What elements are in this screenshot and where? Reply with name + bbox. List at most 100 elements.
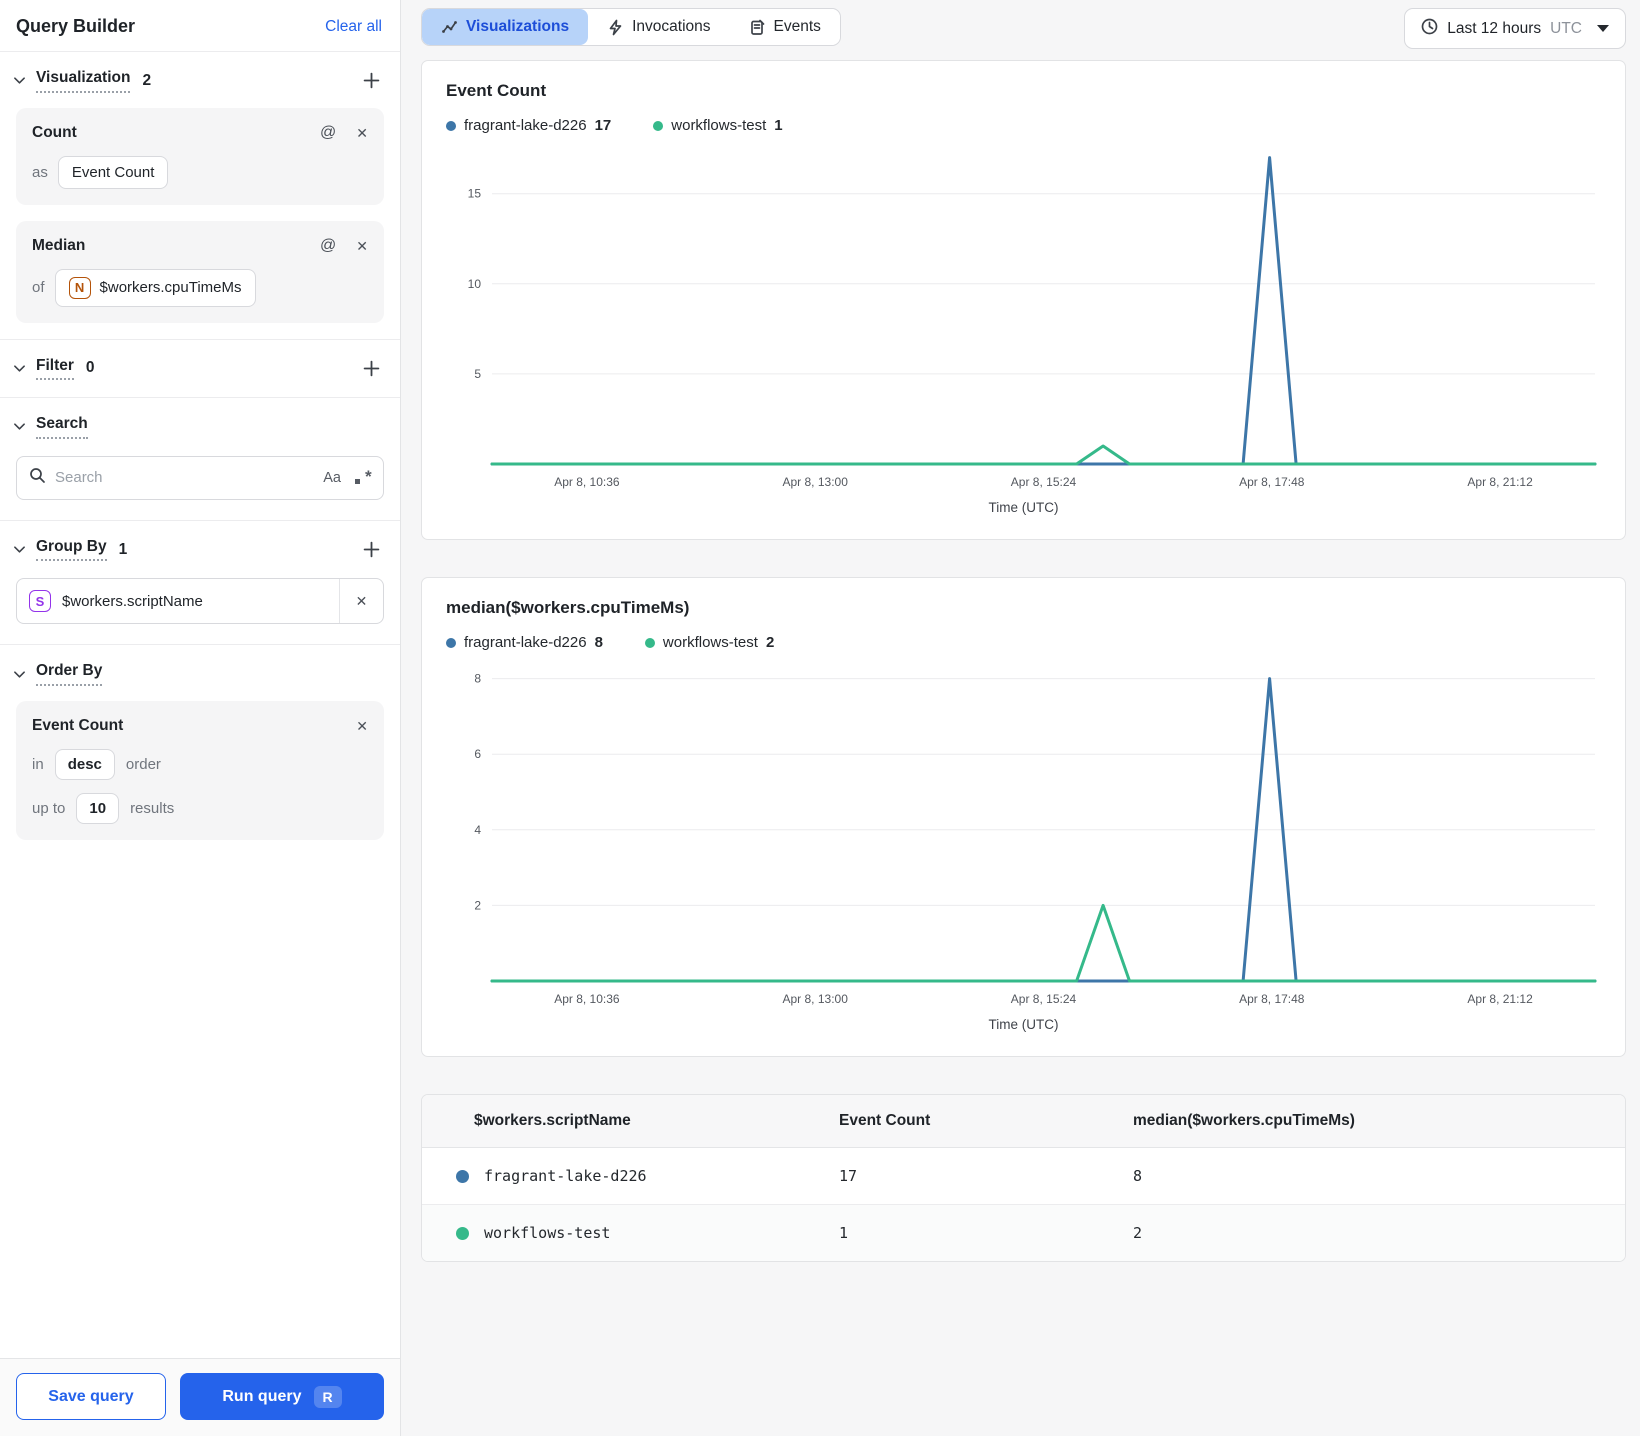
chevron-down-icon[interactable] [12,667,26,681]
query-builder-body: Visualization 2 Count @ ✕ as Event Count… [0,52,400,1358]
filter-section-label: Filter [36,357,74,381]
visualization-section-header[interactable]: Visualization 2 [0,52,400,106]
median-field-chip[interactable]: N $workers.cpuTimeMs [54,268,256,307]
sort-direction-chip[interactable]: desc [54,748,115,780]
of-label: of [32,279,45,297]
order-by-section-label: Order By [36,662,103,686]
filter-section-header[interactable]: Filter 0 [0,340,400,394]
table-header-row: $workers.scriptName Event Count median($… [422,1095,1625,1148]
result-limit-chip[interactable]: 10 [76,792,120,824]
query-builder-header: Query Builder Clear all [0,0,400,52]
chevron-down-icon[interactable] [12,420,26,434]
sort-direction-value: desc [67,755,102,773]
field-value: $workers.cpuTimeMs [99,279,242,297]
run-query-button[interactable]: Run query R [180,1373,384,1420]
order-by-field-label: Event Count [32,716,124,734]
median-cputime-chart[interactable]: 2 4 6 8 Apr 8, 10:36 Apr 8, 13:00 Apr 8, 15:24… [446,659,1601,1011]
search-input[interactable] [55,469,315,487]
tab-label: Events [773,18,821,35]
close-icon[interactable]: ✕ [356,126,368,140]
legend-series-name: fragrant-lake-d226 [464,117,587,134]
search-icon [29,467,46,488]
chart-title: median($workers.cpuTimeMs) [446,598,690,617]
group-by-field-value: $workers.scriptName [62,592,203,610]
legend-item[interactable]: workflows-test 1 [653,117,783,134]
svg-text:10: 10 [468,277,482,291]
legend-series-value: 8 [594,634,603,651]
case-sensitive-icon[interactable]: Aa [323,470,341,486]
time-range-selector[interactable]: Last 12 hours UTC [1404,8,1626,49]
legend-series-name: workflows-test [662,634,758,651]
tab-visualizations[interactable]: Visualizations [422,9,589,45]
group-by-count: 1 [118,540,128,558]
tab-invocations[interactable]: Invocations [588,9,730,45]
svg-text:2: 2 [474,898,481,912]
close-icon[interactable]: ✕ [356,239,368,253]
group-by-section-header[interactable]: Group By 1 [0,521,400,575]
visualization-card-median: Median @ ✕ of N $workers.cpuTimeMs [16,220,384,323]
event-count-cell: 17 [829,1147,1123,1205]
group-by-item[interactable]: S $workers.scriptName ✕ [16,578,384,625]
search-section-header[interactable]: Search [0,398,400,452]
query-actions-bar: Save query Run query R [0,1358,400,1436]
column-header-median: median($workers.cpuTimeMs) [1123,1095,1625,1148]
save-query-button[interactable]: Save query [16,1373,166,1420]
view-tabs: Visualizations Invocations Events [421,8,841,46]
svg-text:4: 4 [474,823,481,837]
order-by-section-header[interactable]: Order By [0,645,400,699]
legend-item[interactable]: workflows-test 2 [644,634,775,651]
panel-title: Query Builder [16,16,136,36]
legend-item[interactable]: fragrant-lake-d226 17 [446,117,611,134]
remove-group-by-button[interactable]: ✕ [339,579,383,624]
script-name-cell: workflows-test [484,1224,611,1242]
at-sign-icon[interactable]: @ [320,237,336,255]
search-box: Aa * [16,455,384,500]
svg-text:Apr 8, 10:36: Apr 8, 10:36 [554,475,620,489]
legend-series-value: 2 [765,634,775,651]
visualization-alias-chip[interactable]: Event Count [57,155,169,189]
add-visualization-button plus-icon[interactable] [360,70,382,92]
table-row: fragrant-lake-d226 17 8 [422,1147,1625,1205]
add-group-by-button plus-icon[interactable] [360,539,382,561]
legend-item[interactable]: fragrant-lake-d226 8 [446,634,603,651]
svg-text:Apr 8, 21:12: Apr 8, 21:12 [1467,475,1533,489]
legend-series-name: workflows-test [671,117,767,134]
as-label: as [32,163,48,181]
chevron-down-icon[interactable] [12,361,26,375]
legend-series-value: 17 [594,117,612,134]
tab-events[interactable]: Events [729,9,840,45]
event-count-chart[interactable]: 5 10 15 Apr 8, 10:36 Apr 8, 13:00 Apr 8, 15:2… [446,142,1601,494]
clear-all-button[interactable]: Clear all [325,18,382,36]
svg-text:6: 6 [474,747,481,761]
close-icon[interactable]: ✕ [356,719,368,733]
results-table-card: $workers.scriptName Event Count median($… [421,1094,1626,1262]
alias-value: Event Count [71,163,155,181]
order-label: order [125,755,161,773]
result-limit-value: 10 [89,799,107,817]
svg-text:15: 15 [468,187,482,201]
group-by-field-chip[interactable]: S $workers.scriptName [17,579,339,623]
svg-text:Apr 8, 13:00: Apr 8, 13:00 [783,992,849,1006]
svg-text:Apr 8, 17:48: Apr 8, 17:48 [1239,475,1305,489]
chevron-down-icon[interactable] [12,74,26,88]
table-row: workflows-test 1 2 [422,1204,1625,1261]
svg-text:Apr 8, 10:36: Apr 8, 10:36 [554,992,620,1006]
clock-icon [1421,18,1438,39]
tab-label: Invocations [632,18,711,35]
field-type-string-icon: S [29,590,51,613]
event-count-chart-card: Event Count fragrant-lake-d226 17 workflow… [421,60,1626,540]
regex-icon[interactable]: * [354,467,371,486]
chevron-down-icon[interactable] [12,543,26,557]
in-label: in [32,755,44,773]
group-by-section-label: Group By [36,538,107,562]
time-range-value: Last 12 hours [1447,19,1542,37]
document-icon [749,19,766,36]
legend-dot [446,120,456,131]
results-table: $workers.scriptName Event Count median($… [422,1095,1625,1261]
results-area: Visualizations Invocations Events Last 1… [401,0,1640,1436]
legend-series-name: fragrant-lake-d226 [464,634,587,651]
at-sign-icon[interactable]: @ [320,124,336,142]
svg-text:5: 5 [474,367,481,381]
add-filter-button plus-icon[interactable] [360,357,382,379]
chart-legend: fragrant-lake-d226 8 workflows-test 2 [446,634,1601,651]
